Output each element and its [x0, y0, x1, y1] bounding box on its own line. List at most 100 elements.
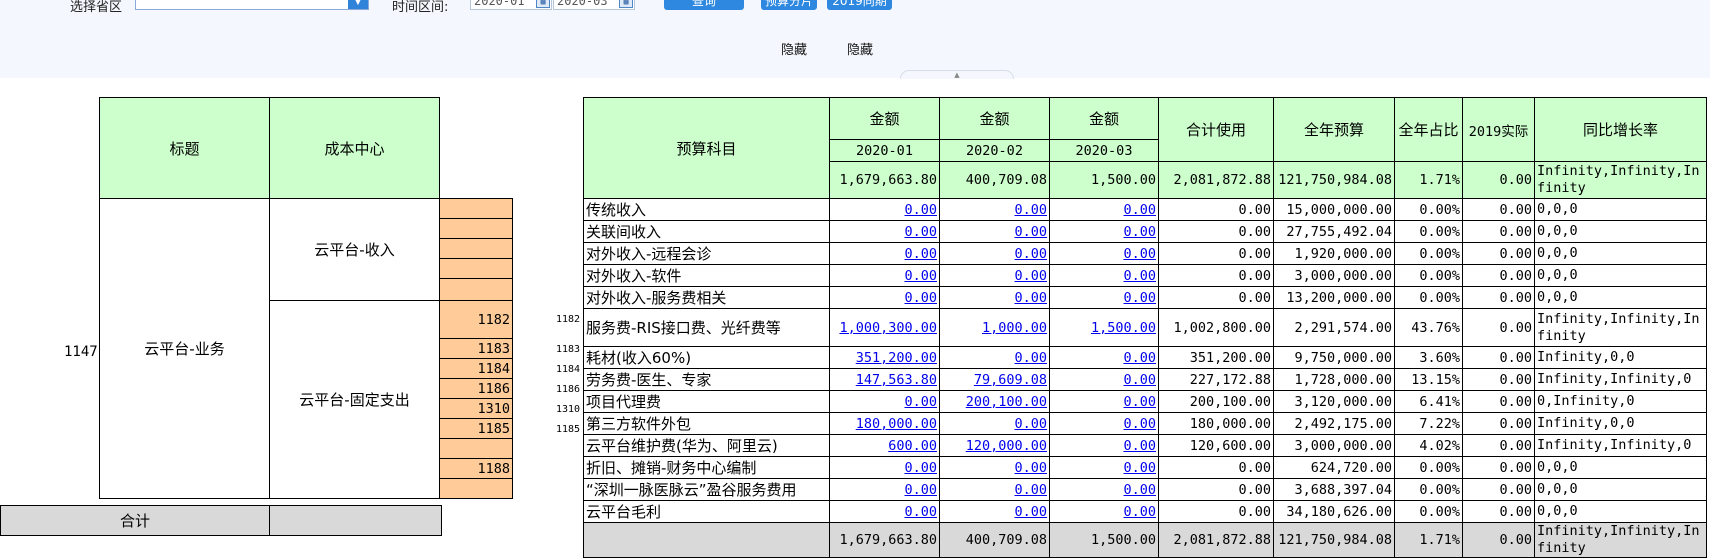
query-button[interactable]: 查询 — [664, 0, 744, 10]
annual-budget-cell: 3,000,000.00 — [1273, 264, 1395, 287]
collapse-handle[interactable]: ▲ — [900, 70, 1014, 79]
summary-total: 2,081,872.88 — [1158, 161, 1274, 199]
yoy-cell: 0,0,0 — [1534, 264, 1707, 287]
total-used-cell: 120,600.00 — [1158, 434, 1274, 457]
amount-link-m2[interactable]: 0.00 — [939, 346, 1050, 369]
amount-link-m1[interactable]: 0.00 — [829, 500, 940, 523]
total-budget: 121,750,984.08 — [1273, 522, 1395, 558]
amount-link-m2[interactable]: 0.00 — [939, 456, 1050, 479]
amount-link-m1[interactable]: 180,000.00 — [829, 412, 940, 435]
amount-link-m2[interactable]: 0.00 — [939, 198, 1050, 221]
amount-link-m2[interactable]: 0.00 — [939, 412, 1050, 435]
subject-cell: 项目代理费 — [583, 390, 830, 413]
date-from-input[interactable]: 2020-01 ▦ — [470, 0, 552, 10]
annual-budget-cell: 15,000,000.00 — [1273, 198, 1395, 221]
cost-code: 1186 — [439, 378, 513, 399]
total-used-cell: 227,172.88 — [1158, 368, 1274, 391]
amount-link-m3[interactable]: 0.00 — [1049, 286, 1159, 309]
amount-link-m2[interactable]: 0.00 — [939, 264, 1050, 287]
amount-link-m3[interactable]: 0.00 — [1049, 346, 1159, 369]
header-2019: 2019实际 — [1462, 97, 1535, 162]
annual-ratio-cell: 3.60% — [1394, 346, 1463, 369]
chevron-up-icon[interactable]: ▲ — [954, 71, 959, 79]
subject-cell: 关联间收入 — [583, 220, 830, 243]
calendar-icon[interactable]: ▦ — [536, 0, 550, 8]
header-title: 标题 — [99, 97, 270, 199]
header-month: 2020-02 — [939, 139, 1050, 162]
amount-link-m3[interactable]: 0.00 — [1049, 368, 1159, 391]
table-row: 对外收入-软件 0.00 0.00 0.00 0.00 3,000,000.00 0.00%… — [583, 264, 1707, 287]
amount-link-m1[interactable]: 0.00 — [829, 286, 940, 309]
annual-ratio-cell: 0.00% — [1394, 478, 1463, 501]
date-from-value: 2020-01 — [474, 0, 525, 8]
chevron-down-icon[interactable]: ▼ — [348, 0, 368, 9]
annual-ratio-cell: 0.00% — [1394, 264, 1463, 287]
actual-2019-cell: 0.00 — [1462, 412, 1535, 435]
amount-link-m2[interactable]: 79,609.08 — [939, 368, 1050, 391]
calendar-icon[interactable]: ▦ — [619, 0, 633, 8]
header-total-used: 合计使用 — [1158, 97, 1274, 162]
period-label: 时间区间: — [392, 0, 449, 15]
annual-budget-cell: 2,291,574.00 — [1273, 308, 1395, 347]
total-used-cell: 0.00 — [1158, 478, 1274, 501]
hide-link-1[interactable]: 隐藏 — [781, 39, 807, 58]
total-used-cell: 0.00 — [1158, 242, 1274, 265]
amount-link-m3[interactable]: 1,500.00 — [1049, 308, 1159, 347]
amount-link-m3[interactable]: 0.00 — [1049, 412, 1159, 435]
annual-ratio-cell: 13.15% — [1394, 368, 1463, 391]
amount-link-m2[interactable]: 0.00 — [939, 242, 1050, 265]
yoy-cell: Infinity,0,0 — [1534, 346, 1707, 369]
summary-ratio: 1.71% — [1394, 161, 1463, 199]
amount-link-m2[interactable]: 120,000.00 — [939, 434, 1050, 457]
amount-link-m1[interactable]: 351,200.00 — [829, 346, 940, 369]
amount-link-m2[interactable]: 0.00 — [939, 286, 1050, 309]
amount-link-m2[interactable]: 0.00 — [939, 220, 1050, 243]
amount-link-m3[interactable]: 0.00 — [1049, 456, 1159, 479]
compare-2019-button[interactable]: 2019同期 — [827, 0, 892, 10]
actual-2019-cell: 0.00 — [1462, 434, 1535, 457]
total-ratio: 1.71% — [1394, 522, 1463, 558]
amount-link-m3[interactable]: 0.00 — [1049, 478, 1159, 501]
annual-budget-cell: 3,688,397.04 — [1273, 478, 1395, 501]
amount-link-m3[interactable]: 0.00 — [1049, 390, 1159, 413]
actual-2019-cell: 0.00 — [1462, 198, 1535, 221]
amount-link-m3[interactable]: 0.00 — [1049, 242, 1159, 265]
total-used-cell: 0.00 — [1158, 286, 1274, 309]
budget-split-button[interactable]: 预算分片 — [761, 0, 817, 10]
amount-link-m1[interactable]: 0.00 — [829, 478, 940, 501]
amount-link-m1[interactable]: 0.00 — [829, 264, 940, 287]
amount-link-m3[interactable]: 0.00 — [1049, 434, 1159, 457]
annual-ratio-cell: 0.00% — [1394, 242, 1463, 265]
amount-link-m1[interactable]: 0.00 — [829, 220, 940, 243]
amount-link-m1[interactable]: 1,000,300.00 — [829, 308, 940, 347]
total-used-cell: 0.00 — [1158, 500, 1274, 523]
total-used-cell: 1,002,800.00 — [1158, 308, 1274, 347]
subject-cell: “深圳一脉医脉云”盈谷服务费用 — [583, 478, 830, 501]
amount-link-m3[interactable]: 0.00 — [1049, 198, 1159, 221]
amount-link-m1[interactable]: 147,563.80 — [829, 368, 940, 391]
hide-link-2[interactable]: 隐藏 — [847, 39, 873, 58]
amount-link-m2[interactable]: 0.00 — [939, 500, 1050, 523]
table-row: “深圳一脉医脉云”盈谷服务费用 0.00 0.00 0.00 0.00 3,688,397… — [583, 478, 1707, 501]
subject-cell: 第三方软件外包 — [583, 412, 830, 435]
amount-link-m1[interactable]: 0.00 — [829, 390, 940, 413]
amount-link-m2[interactable]: 200,100.00 — [939, 390, 1050, 413]
region-select[interactable]: ▼ — [135, 0, 369, 10]
date-to-input[interactable]: 2020-03 ▦ — [553, 0, 635, 10]
yoy-cell: 0,0,0 — [1534, 242, 1707, 265]
amount-link-m3[interactable]: 0.00 — [1049, 500, 1159, 523]
amount-link-m3[interactable]: 0.00 — [1049, 220, 1159, 243]
annual-ratio-cell: 7.22% — [1394, 412, 1463, 435]
amount-link-m1[interactable]: 0.00 — [829, 242, 940, 265]
table-row: 云平台毛利 0.00 0.00 0.00 0.00 34,180,626.00 0.00% 0… — [583, 500, 1707, 523]
amount-link-m1[interactable]: 0.00 — [829, 456, 940, 479]
amount-link-m3[interactable]: 0.00 — [1049, 264, 1159, 287]
summary-m3: 1,500.00 — [1049, 161, 1159, 199]
row-id: 1147 — [64, 344, 98, 360]
amount-link-m2[interactable]: 1,000.00 — [939, 308, 1050, 347]
amount-link-m2[interactable]: 0.00 — [939, 478, 1050, 501]
table-row: 耗材(收入60%) 351,200.00 0.00 0.00 351,200.00 9,7… — [583, 346, 1707, 369]
amount-link-m1[interactable]: 600.00 — [829, 434, 940, 457]
amount-link-m1[interactable]: 0.00 — [829, 198, 940, 221]
subject-cell: 对外收入-软件 — [583, 264, 830, 287]
